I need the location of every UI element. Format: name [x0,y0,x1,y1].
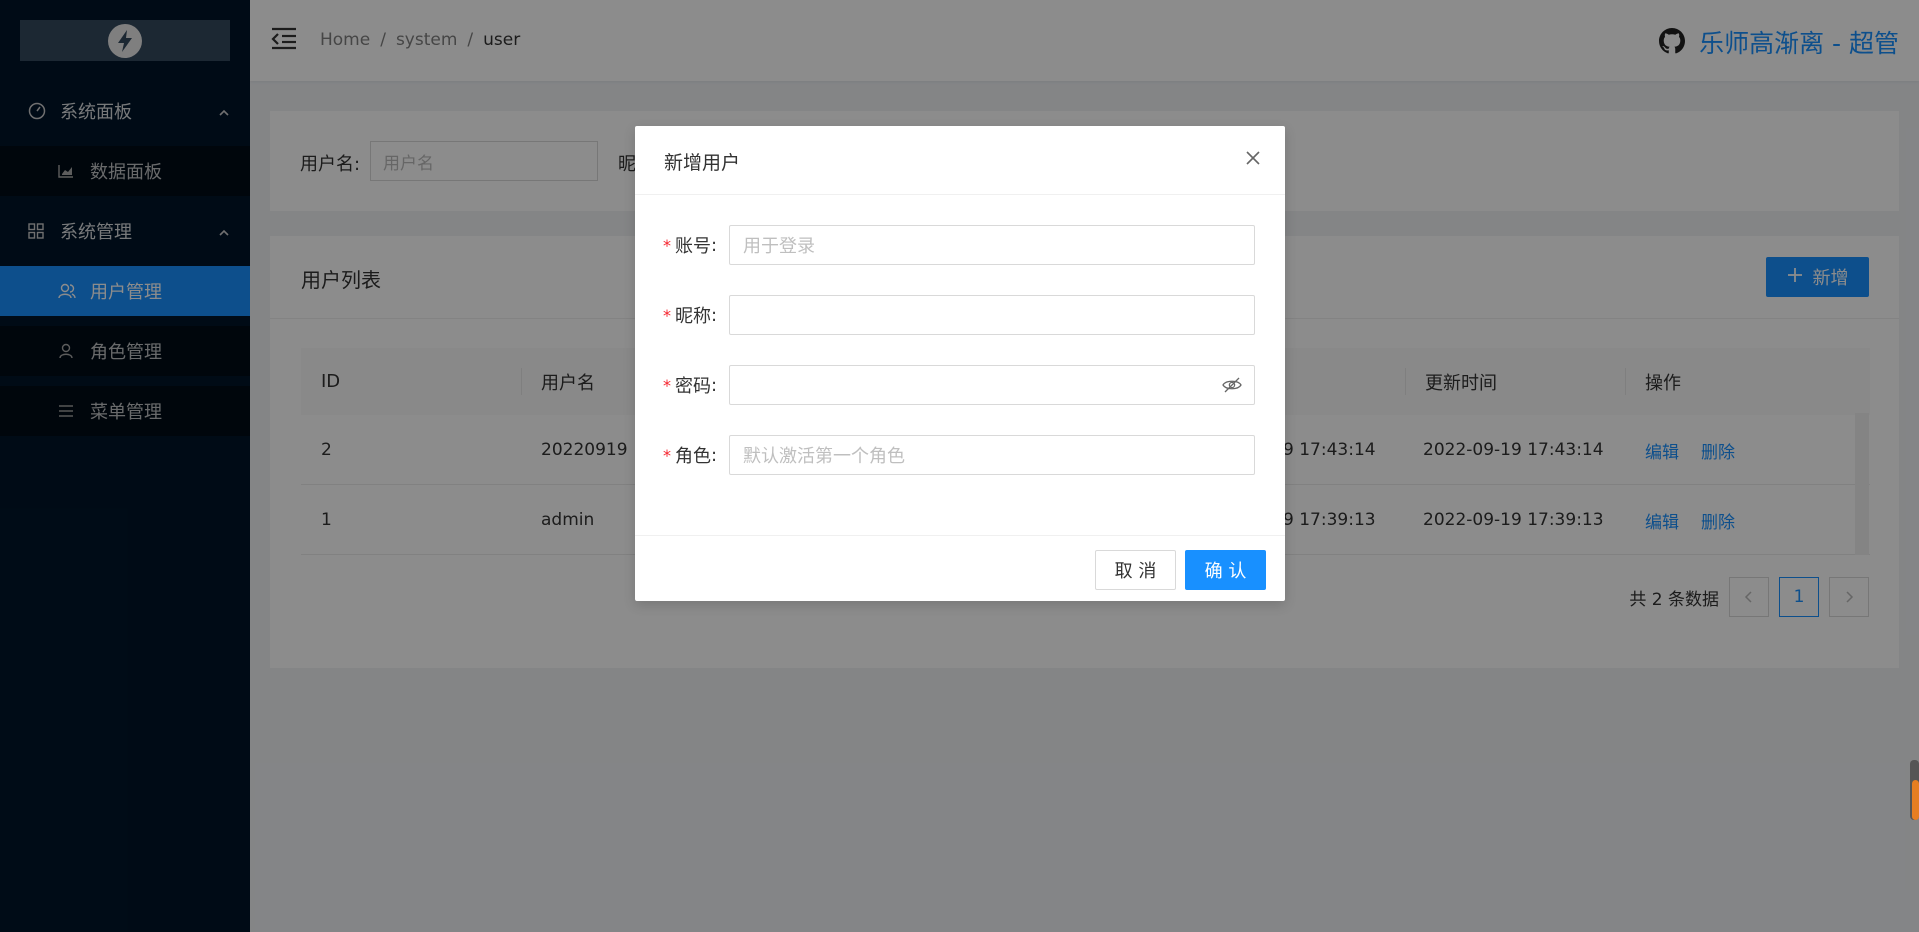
divider [635,535,1285,536]
required-mark: * [663,305,671,325]
label-text: 角色 [675,446,711,467]
label-text: 昵称 [675,306,711,327]
role-select[interactable]: 默认激活第一个角色 [729,435,1255,475]
divider [635,194,1285,195]
placeholder: 用于登录 [743,236,815,257]
required-mark: * [663,445,671,465]
page-scrollbar-thumb[interactable] [1912,780,1919,820]
role-label: * 角色: [663,435,717,475]
required-mark: * [663,375,671,395]
add-user-modal: 新增用户 * 账号: 用于登录 * 昵称: * 密码: * 角色: 默认激活第一个角色 … [635,126,1285,601]
account-input[interactable]: 用于登录 [729,225,1255,265]
eye-invisible-icon[interactable] [1222,376,1242,399]
confirm-button[interactable]: 确 认 [1185,550,1266,590]
label-text: 账号 [675,236,711,257]
close-icon[interactable] [1245,150,1261,171]
nickname-input[interactable] [729,295,1255,335]
placeholder: 默认激活第一个角色 [743,446,905,467]
modal-title: 新增用户 [664,152,741,174]
label-text: 密码 [675,376,711,397]
role-form-item: * 角色: 默认激活第一个角色 [663,435,1257,475]
cancel-button[interactable]: 取 消 [1095,550,1176,590]
required-mark: * [663,235,671,255]
nickname-form-item: * 昵称: [663,295,1257,335]
password-form-item: * 密码: [663,365,1257,405]
account-form-item: * 账号: 用于登录 [663,225,1257,265]
nickname-label: * 昵称: [663,295,717,335]
password-label: * 密码: [663,365,717,405]
password-input[interactable] [729,365,1255,405]
account-label: * 账号: [663,225,717,265]
